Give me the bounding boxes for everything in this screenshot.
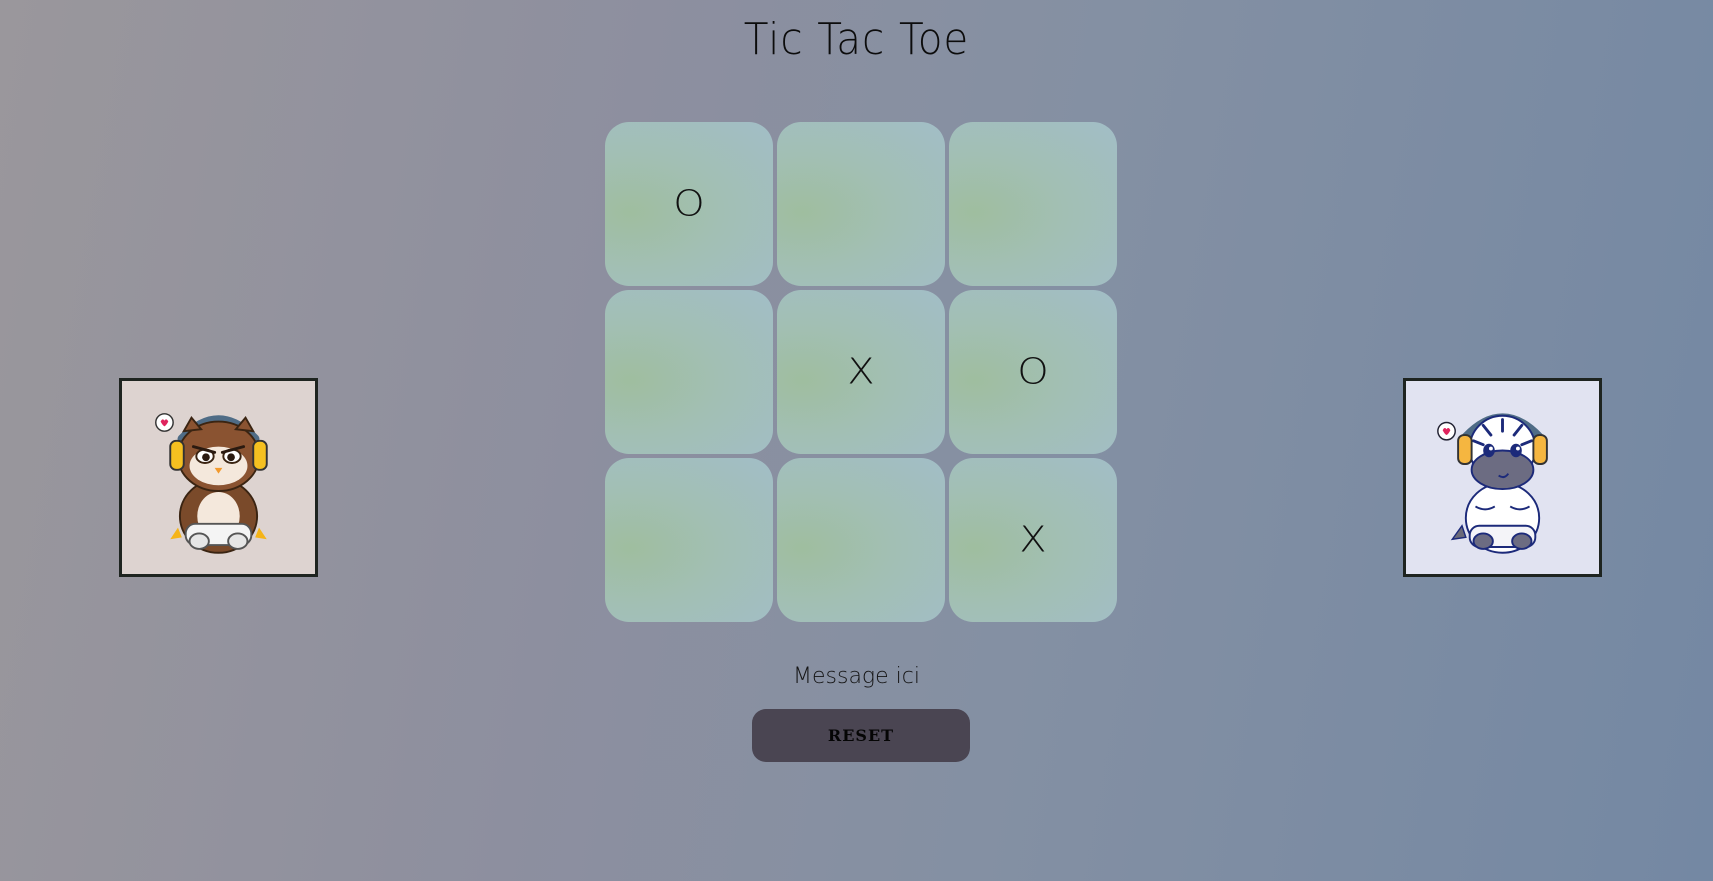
board-cell-9[interactable]: X xyxy=(949,458,1117,622)
cell-mark: X xyxy=(1019,519,1047,561)
board-cell-8[interactable] xyxy=(777,458,945,622)
page-title: Tic Tac Toe xyxy=(743,14,970,65)
status-message: Message ici xyxy=(793,664,920,689)
cell-mark: O xyxy=(673,183,705,225)
board-cell-7[interactable] xyxy=(605,458,773,622)
board-cell-6[interactable]: O xyxy=(949,290,1117,454)
reset-button[interactable]: RESET xyxy=(752,709,970,762)
board-cell-5[interactable]: X xyxy=(777,290,945,454)
player-one-avatar xyxy=(119,378,318,577)
cell-mark: X xyxy=(847,351,875,393)
board-cell-3[interactable] xyxy=(949,122,1117,286)
board-cell-4[interactable] xyxy=(605,290,773,454)
player-two-avatar xyxy=(1403,378,1602,577)
board-cell-2[interactable] xyxy=(777,122,945,286)
zebra-gamer-icon xyxy=(1437,413,1548,554)
game-board: O X O X xyxy=(605,122,1117,622)
owl-gamer-icon xyxy=(155,413,268,554)
board-cell-1[interactable]: O xyxy=(605,122,773,286)
cell-mark: O xyxy=(1017,351,1049,393)
